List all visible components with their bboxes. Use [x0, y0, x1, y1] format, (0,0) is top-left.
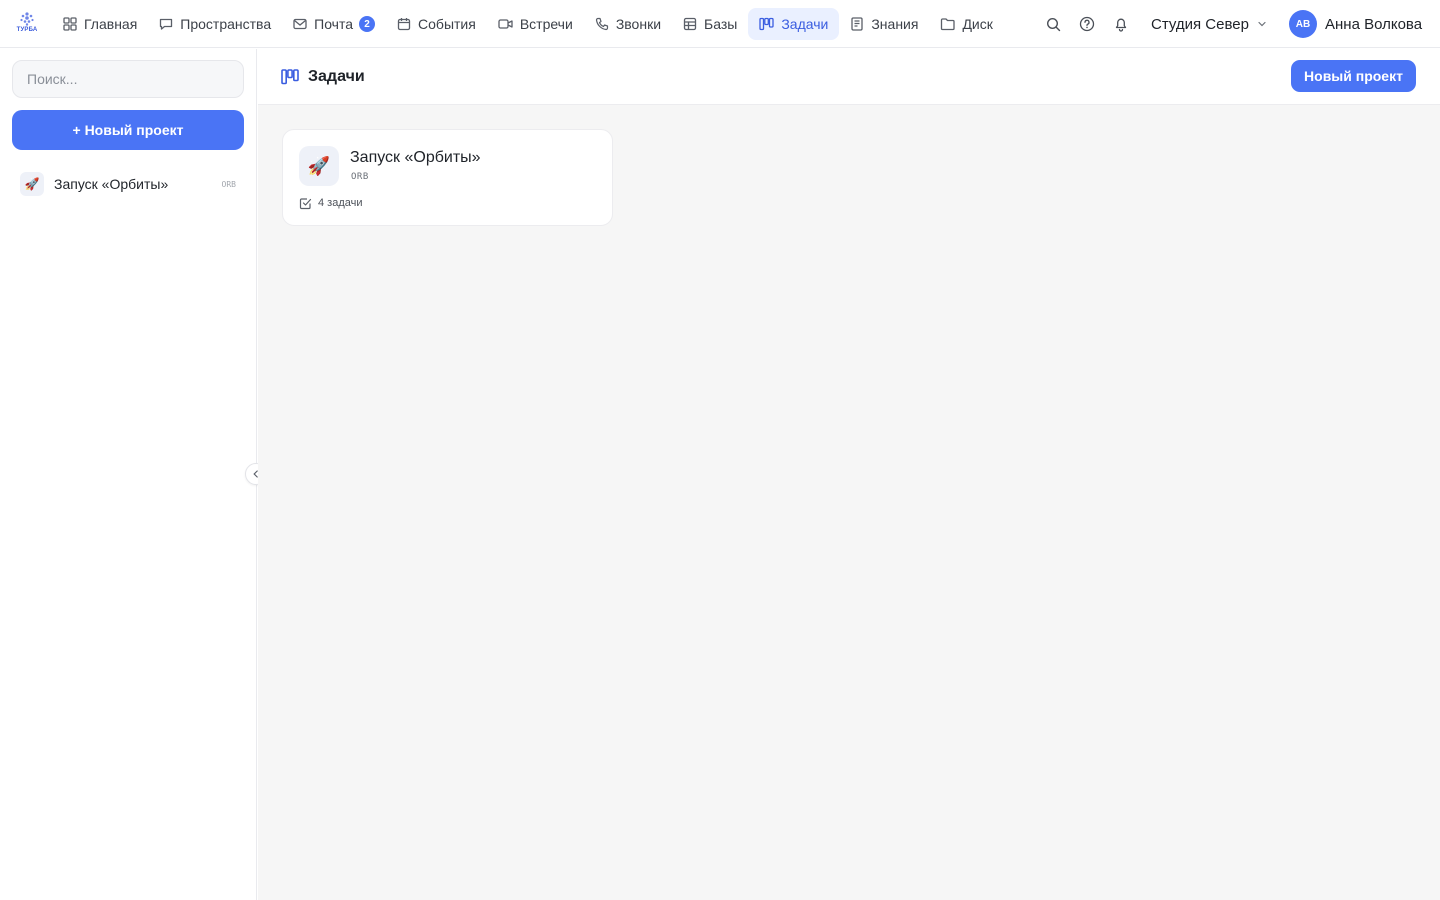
main-content: Задачи Новый проект 🚀 Запуск «Орбиты» OR…	[258, 49, 1440, 900]
sidebar: + Новый проект 🚀 Запуск «Орбиты» ORB	[0, 49, 257, 900]
notifications-button[interactable]	[1111, 14, 1131, 34]
sidebar-project-item[interactable]: 🚀 Запуск «Орбиты» ORB	[12, 169, 244, 199]
nav-item-mail[interactable]: Почта 2	[282, 8, 386, 40]
search-input[interactable]	[12, 60, 244, 98]
nav-label: Диск	[962, 16, 993, 32]
app-logo[interactable]: ТУРБА	[14, 11, 40, 37]
nav-item-home[interactable]: Главная	[52, 8, 148, 40]
nav-item-events[interactable]: События	[386, 8, 487, 40]
nav-label: Встречи	[519, 16, 573, 32]
nav-item-calls[interactable]: Звонки	[584, 8, 672, 40]
table-icon	[683, 17, 697, 31]
main-nav: Главная Пространства Почта 2 События Вст…	[52, 8, 1004, 40]
project-card-key: ORB	[351, 172, 369, 182]
nav-label: Задачи	[781, 16, 829, 32]
mail-badge: 2	[359, 16, 376, 32]
new-project-button[interactable]: Новый проект	[1291, 60, 1416, 92]
chevron-down-icon	[1258, 21, 1266, 27]
nav-item-meetings[interactable]: Встречи	[487, 8, 584, 40]
nav-label: Знания	[871, 16, 919, 32]
nav-item-tasks[interactable]: Задачи	[748, 8, 840, 40]
nav-item-bases[interactable]: Базы	[672, 8, 748, 40]
search-button[interactable]	[1043, 14, 1063, 34]
page-title-text: Задачи	[308, 68, 365, 85]
chat-icon	[160, 18, 173, 30]
project-card[interactable]: 🚀 Запуск «Орбиты» ORB 4 задачи	[282, 129, 613, 226]
logo-icon	[20, 12, 34, 26]
sidebar-new-project-button[interactable]: + Новый проект	[12, 110, 244, 150]
mail-icon	[293, 18, 307, 30]
nav-label: Базы	[704, 16, 738, 32]
video-icon	[498, 19, 513, 29]
sidebar-project-key: ORB	[221, 179, 236, 189]
bell-icon	[1115, 18, 1127, 32]
nav-item-knowledge[interactable]: Знания	[839, 8, 929, 40]
nav-label: События	[418, 16, 476, 32]
grid-icon	[63, 17, 77, 31]
main-header: Задачи Новый проект	[258, 49, 1440, 105]
user-menu[interactable]: АВ Анна Волкова	[1289, 10, 1422, 38]
nav-label: Пространства	[180, 16, 272, 32]
workspace-switcher[interactable]: Студия Север	[1151, 12, 1267, 36]
help-button[interactable]	[1077, 14, 1097, 34]
search-icon	[1046, 17, 1060, 31]
rocket-icon: 🚀	[20, 172, 44, 196]
logo-text: ТУРБА	[16, 27, 38, 33]
checkbox-icon	[299, 197, 312, 209]
top-bar: ТУРБА Главная Пространства Почта 2 Событ…	[0, 0, 1440, 48]
workspace-name: Студия Север	[1151, 15, 1249, 33]
nav-label: Почта	[314, 16, 354, 32]
project-task-count: 4 задачи	[299, 195, 363, 211]
folder-icon	[941, 18, 956, 31]
sidebar-project-name: Запуск «Орбиты»	[54, 176, 169, 192]
kanban-icon	[281, 69, 299, 85]
kanban-icon	[759, 17, 774, 31]
nav-label: Звонки	[615, 16, 662, 32]
notebook-icon	[851, 17, 863, 31]
project-card-name: Запуск «Орбиты»	[350, 149, 481, 166]
user-name: Анна Волкова	[1325, 15, 1423, 33]
nav-label: Главная	[84, 16, 138, 32]
nav-item-spaces[interactable]: Пространства	[148, 8, 282, 40]
calendar-icon	[397, 18, 411, 31]
task-count-text: 4 задачи	[318, 197, 363, 209]
help-icon	[1079, 16, 1095, 32]
phone-icon	[595, 17, 608, 31]
rocket-icon: 🚀	[299, 146, 339, 186]
nav-item-disk[interactable]: Диск	[929, 8, 1003, 40]
avatar: АВ	[1289, 10, 1317, 38]
page-title: Задачи	[281, 66, 365, 88]
